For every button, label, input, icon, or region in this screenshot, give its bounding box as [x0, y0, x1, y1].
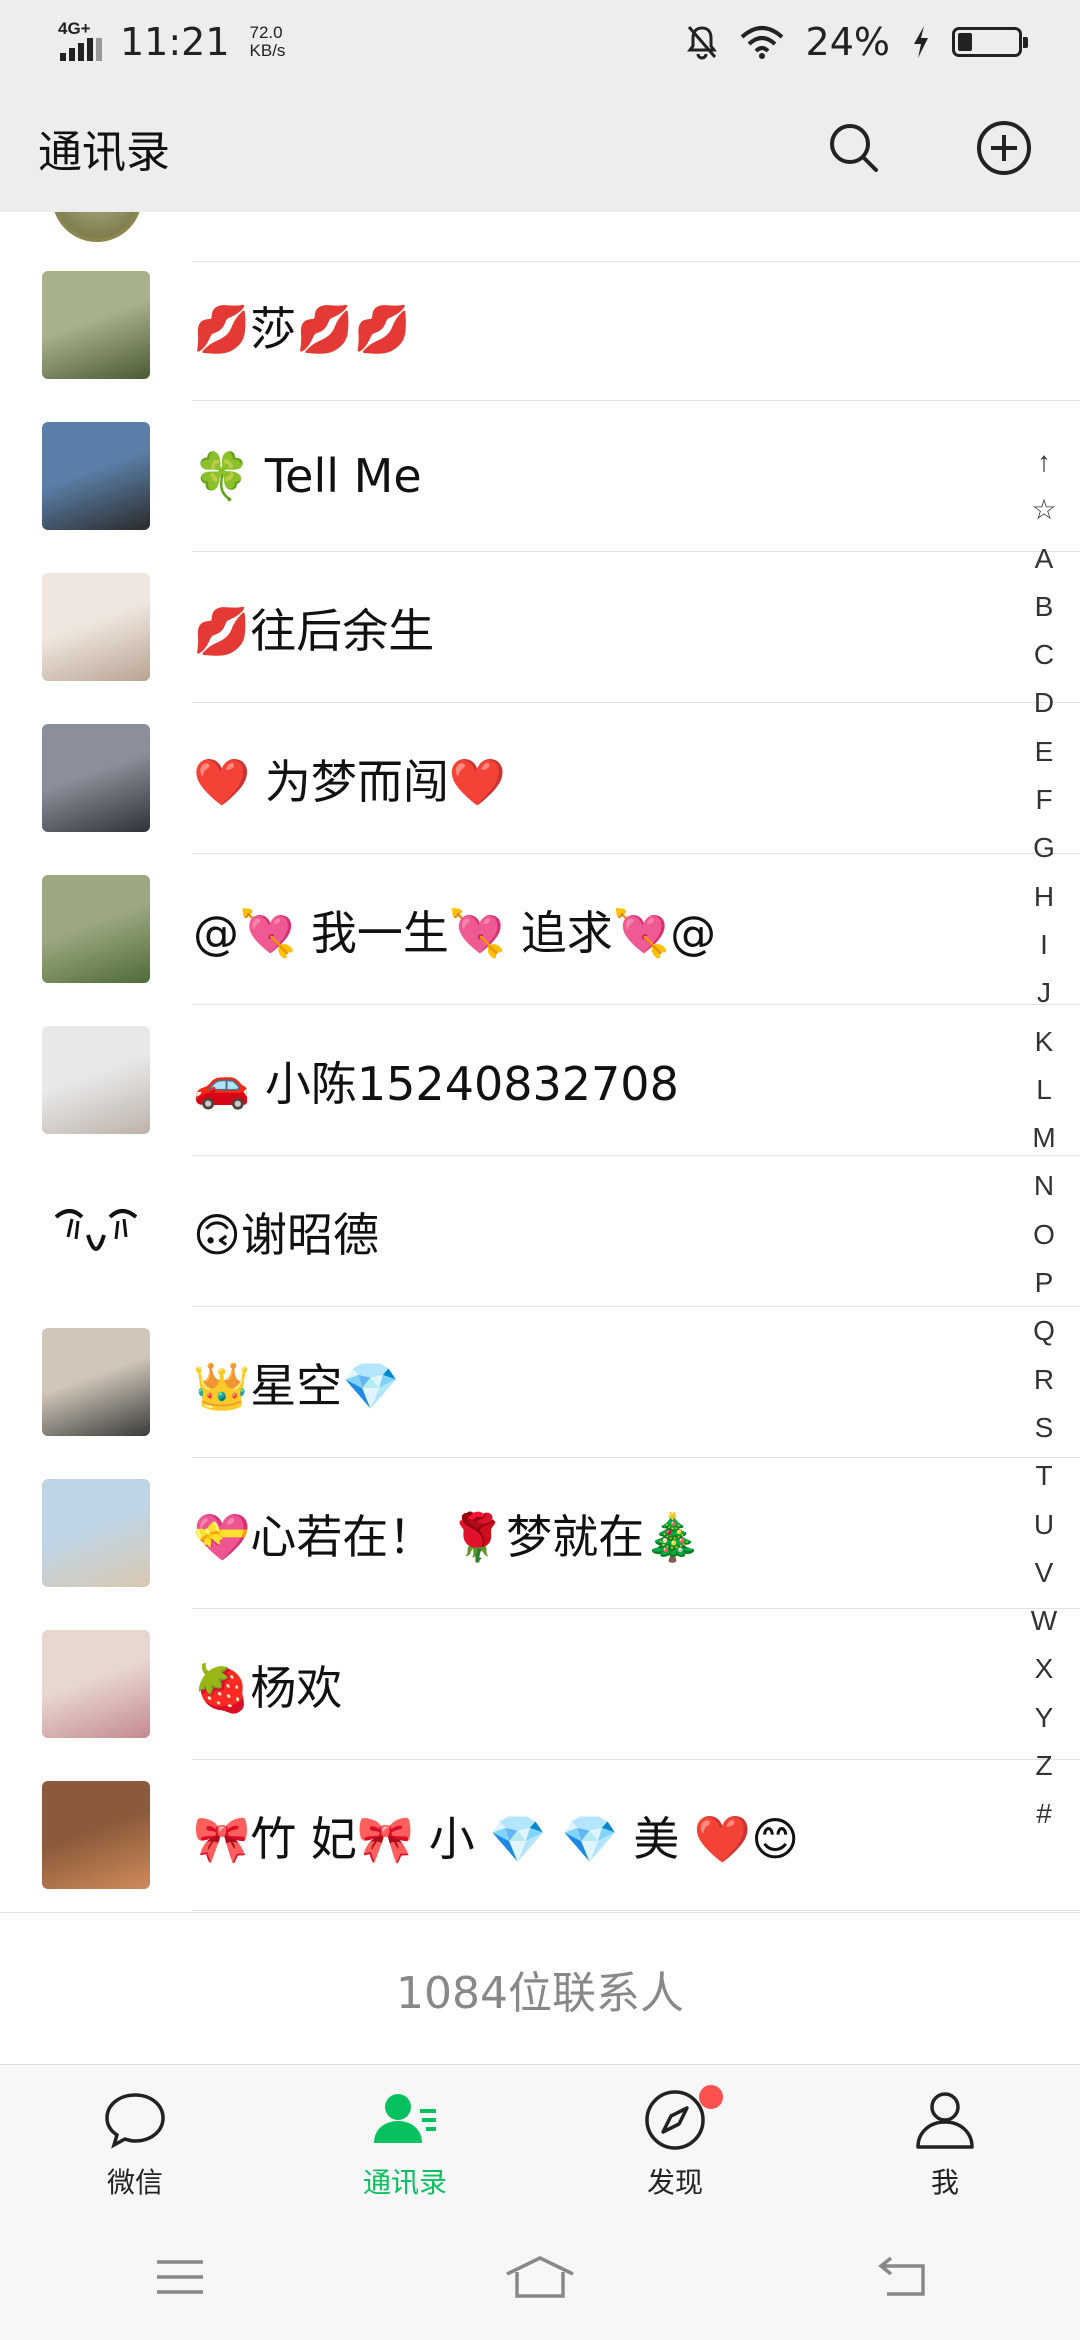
menu-icon[interactable]	[145, 2252, 215, 2302]
contact-name: 💝心若在！ 🌹梦就在🎄	[193, 1509, 702, 1564]
avatar	[42, 271, 150, 379]
clock: 11:21	[120, 20, 230, 64]
avatar	[52, 212, 142, 242]
contact-name: 🍀 Tell Me	[193, 449, 422, 503]
index-letter[interactable]: D	[1034, 679, 1054, 727]
index-letter[interactable]: E	[1035, 728, 1054, 776]
index-letter[interactable]: J	[1037, 969, 1051, 1017]
cell-signal-icon: 4G+	[58, 19, 106, 65]
search-icon[interactable]	[824, 118, 884, 178]
index-letter[interactable]: C	[1034, 631, 1054, 679]
avatar	[42, 1781, 150, 1889]
system-nav-bar	[0, 2214, 1080, 2340]
contact-name: 🎀竹 妃🎀 小 💎 💎 美 ❤️😊	[193, 1811, 800, 1866]
contact-row[interactable]: 🍀 Tell Me	[0, 401, 1080, 552]
contact-row[interactable]: @💘 我一生💘 追求💘@	[0, 854, 1080, 1005]
notification-dot	[699, 2085, 723, 2109]
index-letter[interactable]: A	[1035, 535, 1054, 583]
index-letter[interactable]: W	[1031, 1597, 1057, 1645]
battery-icon	[952, 27, 1028, 57]
contact-name: 👑星空💎	[193, 1358, 400, 1413]
network-type: 4G+	[58, 19, 91, 38]
contact-name: 🙃谢昭德	[193, 1207, 379, 1262]
contact-row[interactable]: 👑星空💎	[0, 1307, 1080, 1458]
index-letter[interactable]: ↑	[1037, 438, 1051, 486]
avatar	[42, 1479, 150, 1587]
contacts-icon	[374, 2094, 436, 2143]
contact-row[interactable]: 💋往后余生	[0, 552, 1080, 703]
battery-fill	[958, 33, 972, 51]
person-icon	[916, 2092, 974, 2149]
contact-row[interactable]: 🎀竹 妃🎀 小 💎 💎 美 ❤️😊	[0, 1760, 1080, 1911]
index-letter[interactable]: #	[1036, 1790, 1052, 1838]
back-icon[interactable]	[865, 2252, 935, 2302]
index-letter[interactable]: T	[1035, 1452, 1052, 1500]
charging-bolt-icon	[914, 26, 928, 58]
avatar	[42, 573, 150, 681]
index-letter[interactable]: S	[1035, 1404, 1054, 1452]
avatar	[42, 1177, 150, 1285]
list-item-partial[interactable]	[0, 212, 1080, 262]
contact-row[interactable]: 🚗 小陈15240832708	[0, 1005, 1080, 1156]
battery-percent: 24%	[805, 20, 890, 64]
index-letter[interactable]: Y	[1035, 1694, 1054, 1742]
index-letter[interactable]: K	[1035, 1018, 1054, 1066]
tab-chats[interactable]: 微信	[0, 2065, 270, 2214]
status-bar: 4G+ 11:21 72.0 KB/s 24%	[0, 0, 1080, 84]
index-letter[interactable]: U	[1034, 1501, 1054, 1549]
net-speed: 72.0 KB/s	[249, 23, 286, 60]
wifi-icon	[740, 26, 783, 59]
index-letter[interactable]: F	[1035, 776, 1052, 824]
tab-me[interactable]: 我	[810, 2065, 1080, 2214]
contact-row[interactable]: 💋莎💋💋	[0, 250, 1080, 401]
add-circle-icon[interactable]	[974, 118, 1034, 178]
index-letter[interactable]: H	[1034, 873, 1054, 921]
contact-name: ❤️ 为梦而闯❤️	[193, 754, 507, 809]
avatar	[42, 422, 150, 530]
index-letter[interactable]: M	[1032, 1114, 1055, 1162]
index-letter[interactable]: Q	[1033, 1307, 1055, 1355]
avatar	[42, 724, 150, 832]
contact-row[interactable]: 🍓杨欢	[0, 1609, 1080, 1760]
index-letter[interactable]: O	[1033, 1211, 1055, 1259]
index-letter[interactable]: B	[1035, 583, 1054, 631]
tab-discover[interactable]: 发现	[540, 2065, 810, 2214]
contact-row[interactable]: ❤️ 为梦而闯❤️	[0, 703, 1080, 854]
page-title: 通讯录	[38, 127, 170, 178]
index-letter[interactable]: N	[1034, 1162, 1054, 1210]
index-letter[interactable]: R	[1034, 1356, 1054, 1404]
home-icon[interactable]	[505, 2252, 575, 2302]
avatar	[42, 1026, 150, 1134]
contact-list[interactable]: 💋莎💋💋 🍀 Tell Me 💋往后余生 ❤️ 为梦而闯❤️ @💘 我一生💘 追求💘@ 🚗…	[0, 212, 1080, 1912]
avatar	[42, 875, 150, 983]
contact-row[interactable]: 💝心若在！ 🌹梦就在🎄	[0, 1458, 1080, 1609]
tab-contacts[interactable]: 通讯录	[270, 2065, 540, 2214]
alphabet-index[interactable]: ↑ ☆ A B C D E F G H I J K L M N O P Q R S T U V W X Y Z #	[1020, 438, 1068, 1839]
avatar	[42, 1328, 150, 1436]
row-divider	[192, 1910, 1080, 1911]
avatar	[42, 1630, 150, 1738]
index-letter[interactable]: ☆	[1031, 486, 1056, 534]
index-letter[interactable]: V	[1035, 1549, 1054, 1597]
index-letter[interactable]: Z	[1035, 1742, 1052, 1790]
contact-name: 💋莎💋💋	[193, 301, 411, 356]
contact-name: 🍓杨欢	[193, 1660, 343, 1715]
contact-row[interactable]: 🙃谢昭德	[0, 1156, 1080, 1307]
contact-name: @💘 我一生💘 追求💘@	[193, 905, 717, 960]
index-letter[interactable]: L	[1036, 1066, 1052, 1114]
bottom-tab-bar: 微信 通讯录 发现 我	[0, 2064, 1080, 2214]
contact-name: 💋往后余生	[193, 603, 435, 658]
index-letter[interactable]: X	[1035, 1645, 1054, 1693]
index-letter[interactable]: G	[1033, 824, 1055, 872]
contact-count: 1084位联系人	[0, 1912, 1080, 2064]
index-letter[interactable]: P	[1035, 1259, 1054, 1307]
mute-bell-icon	[686, 26, 717, 60]
contact-name: 🚗 小陈15240832708	[193, 1056, 679, 1111]
chat-bubble-icon	[105, 2093, 165, 2149]
index-letter[interactable]: I	[1040, 921, 1048, 969]
top-bar: 通讯录	[0, 84, 1080, 212]
